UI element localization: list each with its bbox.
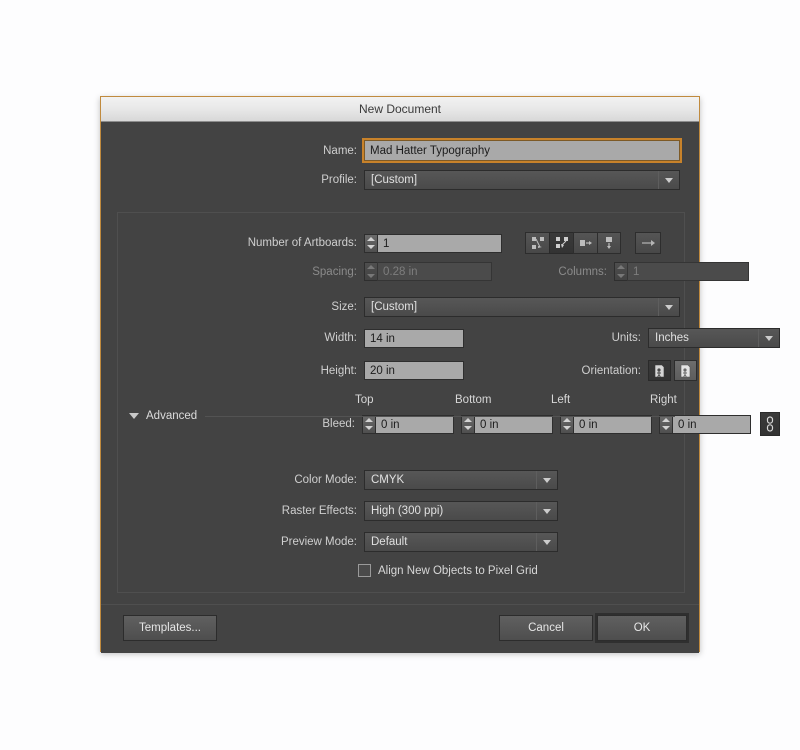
bleed-left-header: Left	[551, 394, 571, 406]
portrait-orientation-button[interactable]	[648, 360, 671, 381]
units-select[interactable]: Inches	[648, 328, 780, 348]
ok-button[interactable]: OK	[597, 615, 687, 641]
arrange-by-column-icon-button[interactable]	[597, 232, 621, 254]
dialog-body: Name: Mad Hatter Typography Profile: [Cu…	[101, 122, 780, 653]
footer-divider	[101, 604, 699, 605]
width-input[interactable]: 14 in	[364, 328, 464, 348]
columns-input: 1	[627, 262, 749, 281]
profile-select[interactable]: [Custom]	[364, 170, 680, 190]
landscape-orientation-icon	[680, 364, 691, 377]
grid-by-row-icon-button[interactable]	[525, 232, 549, 254]
name-row: Name: Mad Hatter Typography	[101, 138, 685, 163]
align-pixel-grid-label: Align New Objects to Pixel Grid	[378, 564, 538, 577]
arrange-direction-button[interactable]	[635, 232, 661, 254]
color-mode-row: Color Mode: CMYK	[101, 470, 558, 490]
advanced-section-header[interactable]: Advanced	[129, 410, 675, 422]
right-to-left-arrow-icon	[642, 240, 655, 246]
artboard-arrangement-buttons	[525, 232, 621, 254]
profile-value: [Custom]	[371, 174, 418, 186]
advanced-divider	[205, 415, 675, 417]
width-label: Width:	[324, 332, 357, 344]
chevron-down-icon	[758, 329, 779, 347]
grid-by-row-icon	[531, 237, 544, 249]
name-input[interactable]: Mad Hatter Typography	[362, 138, 682, 163]
color-mode-value: CMYK	[371, 474, 405, 486]
size-select[interactable]: [Custom]	[364, 297, 680, 317]
height-input[interactable]: 20 in	[364, 361, 464, 380]
landscape-orientation-button[interactable]	[674, 360, 697, 381]
artboards-input[interactable]: 1	[377, 233, 502, 253]
width-row: Width: 14 in Units: Inches	[101, 328, 780, 348]
chevron-down-icon	[658, 298, 679, 316]
bleed-bottom-header: Bottom	[455, 394, 492, 406]
chevron-down-icon	[536, 502, 557, 520]
cancel-button[interactable]: Cancel	[499, 615, 593, 641]
columns-spinner	[614, 262, 627, 281]
height-label: Height:	[320, 364, 357, 377]
raster-effects-label: Raster Effects:	[281, 505, 357, 517]
bleed-link-button[interactable]	[760, 412, 780, 436]
arrange-by-row-icon-button[interactable]	[573, 232, 597, 254]
chevron-down-icon	[536, 471, 557, 489]
preview-mode-value: Default	[371, 536, 408, 548]
templates-button[interactable]: Templates...	[123, 615, 217, 641]
raster-effects-row: Raster Effects: High (300 ppi)	[101, 501, 558, 521]
align-pixel-grid-row[interactable]: Align New Objects to Pixel Grid	[358, 564, 538, 577]
profile-label: Profile:	[321, 174, 357, 186]
grid-by-column-icon	[555, 237, 568, 248]
raster-effects-select[interactable]: High (300 ppi)	[364, 501, 558, 521]
chevron-down-icon	[129, 413, 139, 419]
spacing-input: 0.28 in	[377, 262, 492, 281]
raster-effects-value: High (300 ppi)	[371, 505, 444, 517]
units-value: Inches	[655, 332, 689, 344]
spacing-spinner	[364, 262, 377, 281]
height-row: Height: 20 in Orientation:	[101, 360, 697, 381]
color-mode-select[interactable]: CMYK	[364, 470, 558, 490]
bleed-top-header: Top	[355, 394, 374, 406]
chevron-down-icon	[536, 533, 557, 551]
spacing-stepper: 0.28 in	[364, 262, 492, 281]
artboards-label: Number of Artboards:	[247, 237, 357, 249]
spacing-label: Spacing:	[312, 265, 357, 278]
orientation-buttons	[648, 360, 697, 381]
size-label: Size:	[331, 301, 357, 313]
columns-label: Columns:	[558, 265, 607, 278]
dialog-titlebar: New Document	[101, 97, 699, 122]
portrait-orientation-icon	[654, 364, 665, 377]
artboards-row: Number of Artboards: 1	[101, 232, 661, 254]
grid-by-column-icon-button[interactable]	[549, 232, 573, 254]
artboards-spinner[interactable]	[364, 233, 377, 253]
orientation-label: Orientation:	[581, 364, 641, 377]
profile-row: Profile: [Custom]	[101, 170, 685, 190]
artboards-stepper[interactable]: 1	[364, 233, 502, 253]
bleed-right-header: Right	[650, 394, 677, 406]
bleed-right-input[interactable]: 0 in	[672, 414, 751, 434]
size-value: [Custom]	[371, 301, 418, 313]
columns-stepper: 1	[614, 262, 749, 281]
name-label: Name:	[323, 144, 357, 157]
preview-mode-row: Preview Mode: Default	[101, 532, 558, 552]
spacing-row: Spacing: 0.28 in Columns: 1	[101, 262, 749, 281]
preview-mode-label: Preview Mode:	[280, 536, 357, 548]
size-row: Size: [Custom]	[101, 297, 680, 317]
chain-link-icon	[766, 416, 774, 432]
chevron-down-icon	[658, 171, 679, 189]
new-document-dialog: New Document Name: Mad Hatter Typography…	[100, 96, 780, 653]
align-pixel-grid-checkbox[interactable]	[358, 564, 371, 577]
advanced-title: Advanced	[146, 410, 198, 422]
color-mode-label: Color Mode:	[294, 474, 357, 486]
preview-mode-select[interactable]: Default	[364, 532, 558, 552]
units-label: Units:	[611, 332, 641, 344]
arrange-by-column-icon	[606, 237, 612, 249]
dialog-title: New Document	[358, 102, 442, 116]
arrange-by-row-icon	[579, 240, 592, 246]
